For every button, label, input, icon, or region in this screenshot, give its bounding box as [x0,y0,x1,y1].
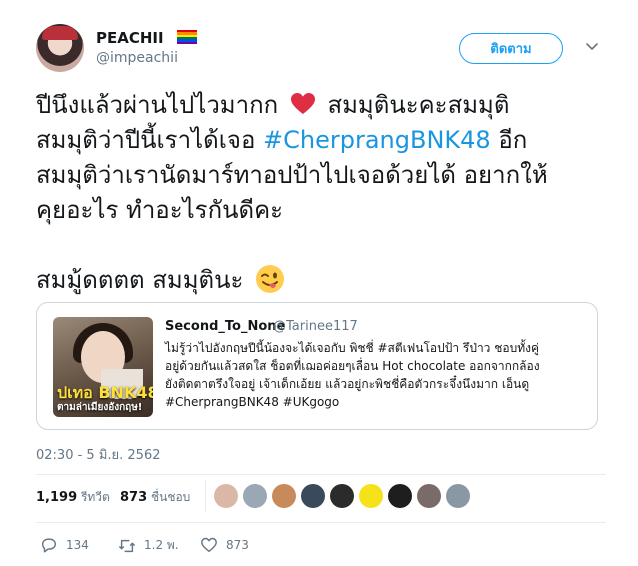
liker-avatar[interactable] [359,484,383,508]
retweet-icon [119,539,135,552]
reply-button[interactable]: 134 [40,536,89,554]
quoted-text-line: ไม่รู้ว่าไปอังกฤษปีนี้น้องจะได้เจอกับ พิ… [165,341,540,355]
quoted-tweet-text: ไม่รู้ว่าไปอังกฤษปีนี้น้องจะได้เจอกับ พิ… [165,339,589,411]
like-count: 873 [226,538,249,552]
image-caption-subtitle: ตามล่าเมียงอังกฤษ! [57,402,143,413]
tweet-text-line: สมมุติว่าเรานัดมาร์ทาอปป้าไปเจอด้วยได้ อ… [36,161,548,189]
divider [205,480,206,512]
retweet-button[interactable]: 1.2 พ. [118,536,179,555]
liker-avatar[interactable] [272,484,296,508]
retweet-stat-label: รีทวีต [80,490,110,504]
winking-face-tongue-emoji-icon [256,265,285,293]
chevron-down-icon[interactable] [584,38,600,54]
retweet-stat[interactable]: 1,199 รีทวีต [36,488,110,507]
tweet-timestamp[interactable]: 02:30 - 5 มิ.ย. 2562 [36,444,161,465]
hashtag-link[interactable]: #CherprangBNK48 [263,126,491,154]
liker-avatar[interactable] [301,484,325,508]
like-stat-count: 873 [120,490,148,505]
heart-icon [201,537,217,553]
like-button[interactable]: 873 [200,536,249,554]
author-avatar[interactable] [36,24,84,72]
like-stat-label: ชื่นชอบ [150,490,191,504]
tweet-text-segment: ปีนึงแล้วผ่านไปไวมากก [36,91,279,119]
quoted-tweet-image[interactable]: ปเทอ BNK48 ตามล่าเมียงอังกฤษ! [53,317,153,417]
tweet-text-segment: สมมุติว่าปีนี้เราได้เจอ [36,126,256,154]
tweet-text-line: คุยอะไร ทำอะไรกันดีคะ [36,196,284,224]
quoted-tweet[interactable]: ปเทอ BNK48 ตามล่าเมียงอังกฤษ! Second_To_… [36,302,598,430]
liker-avatar[interactable] [214,484,238,508]
quoted-text-line: อยู่ด้วยกันแล้วสดใส ช็อตที่เฌอค่อยๆเลื่อ… [165,359,540,373]
quoted-author-name[interactable]: Second_To_None [165,319,285,334]
tweet-text-segment: สมมู้ดตตต สมมุตินะ [36,266,244,294]
tweet-header: PEACHII @impeachii ติดตาม [36,24,606,74]
liker-avatar[interactable] [388,484,412,508]
author-name[interactable]: PEACHII [96,29,164,47]
heart-emoji-icon [290,93,315,114]
divider [36,474,606,475]
divider [36,522,606,523]
like-stat[interactable]: 873 ชื่นชอบ [120,488,190,507]
quoted-author-handle[interactable]: @Tarinee117 [273,319,358,334]
liker-avatars [214,484,475,508]
quoted-text-line: #CherprangBNK48 #UKgogo [165,395,340,409]
rainbow-flag-emoji [177,30,197,44]
retweet-stat-count: 1,199 [36,490,78,505]
author-handle[interactable]: @impeachii [96,50,178,66]
reply-count: 134 [66,538,89,552]
retweet-count: 1.2 พ. [144,538,179,552]
liker-avatar[interactable] [330,484,354,508]
liker-avatar[interactable] [446,484,470,508]
quoted-text-line: ยังติดตาตรึงใจอยู่ เจ้าเด็กเอ้ยย แล้วอยู… [165,377,530,391]
tweet-text-segment: อีก [498,126,528,154]
follow-button[interactable]: ติดตาม [459,33,563,64]
tweet-text-segment: สมมุตินะคะสมมุติ [327,91,510,119]
reply-icon [41,538,57,553]
tweet-text: ปีนึงแล้วผ่านไปไวมากก สมมุตินะคะสมมุติ ส… [36,88,606,298]
liker-avatar[interactable] [417,484,441,508]
liker-avatar[interactable] [243,484,267,508]
